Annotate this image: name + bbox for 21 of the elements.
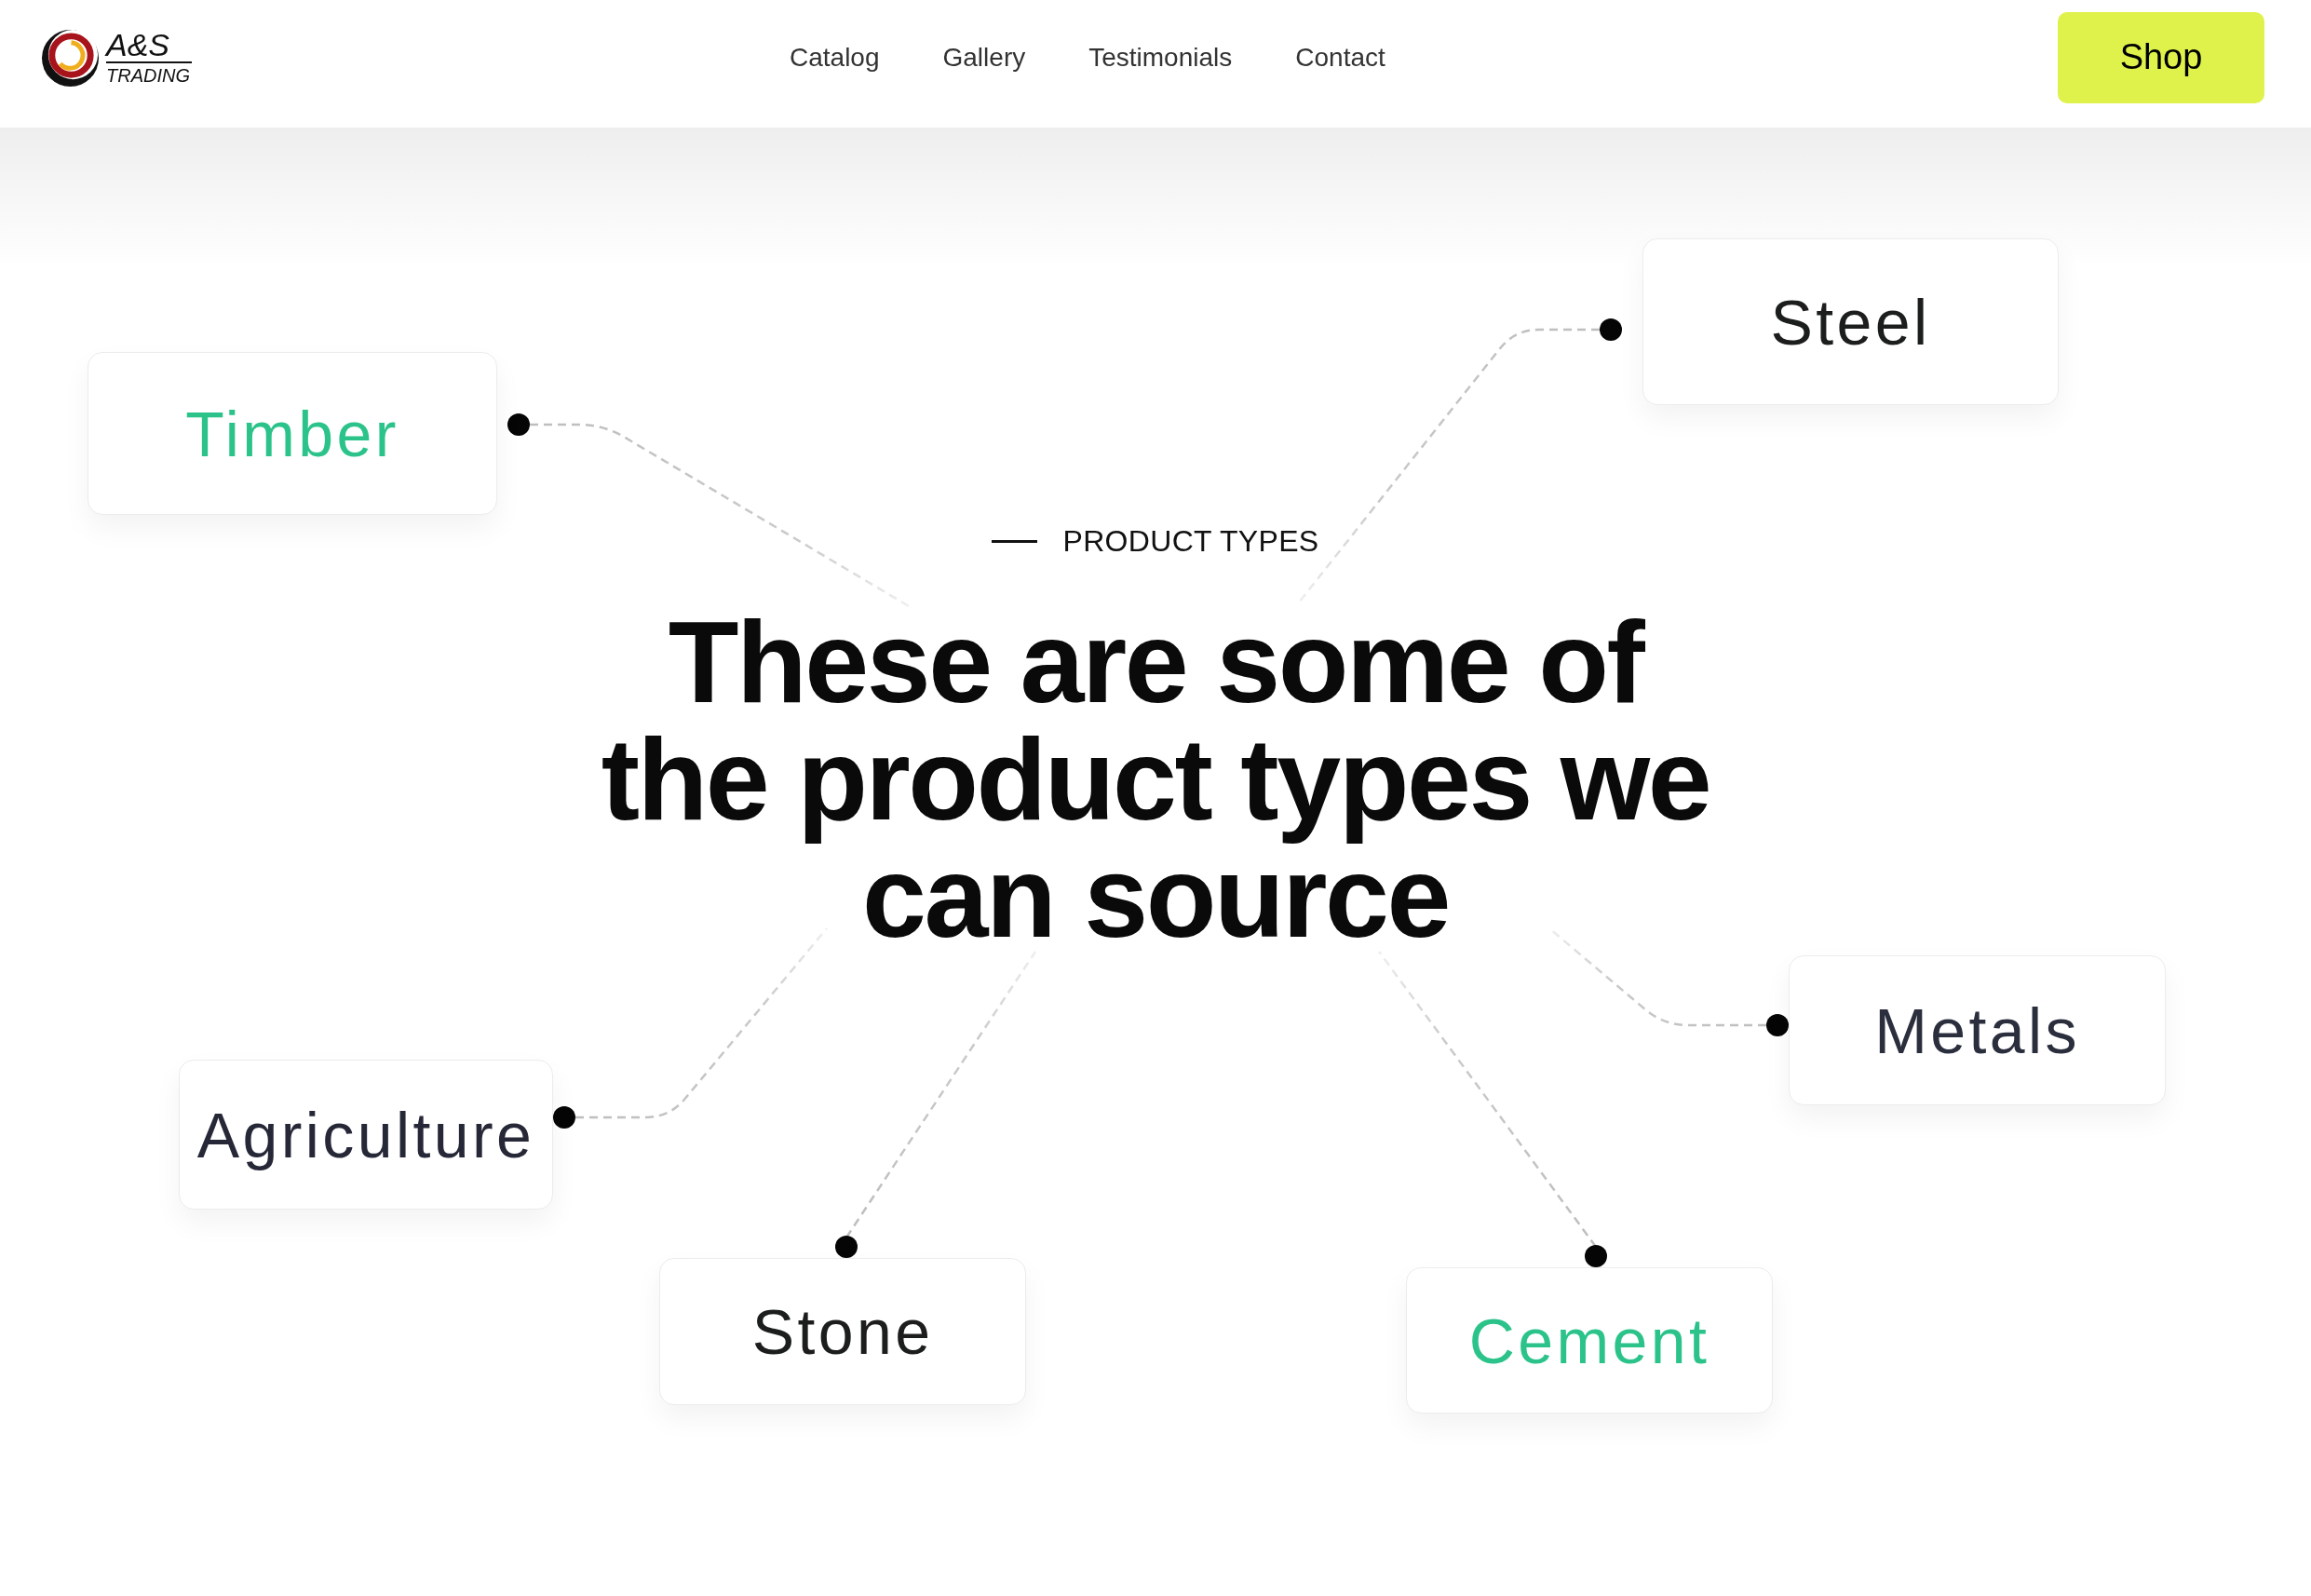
product-type-card[interactable]: Stone: [659, 1258, 1026, 1405]
nav-link[interactable]: Gallery: [942, 41, 1026, 74]
product-type-card[interactable]: Agriculture: [179, 1060, 553, 1210]
dot-icon: [835, 1236, 858, 1258]
nav-link[interactable]: Catalog: [790, 41, 880, 74]
section-heading: These are some of the product types we can source: [601, 603, 1710, 955]
nav-link[interactable]: Testimonials: [1088, 41, 1233, 74]
dot-icon: [507, 413, 530, 436]
product-type-card[interactable]: Metals: [1789, 955, 2166, 1105]
product-type-card[interactable]: Steel: [1642, 238, 2059, 405]
dot-icon: [1585, 1245, 1607, 1267]
nav-link[interactable]: Contact: [1295, 41, 1385, 74]
swirl-logo-icon: [41, 27, 100, 88]
dot-icon: [553, 1106, 575, 1129]
section-eyebrow: PRODUCT TYPES: [1062, 523, 1319, 559]
dot-icon: [1766, 1014, 1789, 1036]
dash-icon: [992, 539, 1038, 543]
logo-tagline: TRADING: [106, 65, 191, 85]
shop-button[interactable]: Shop: [2058, 11, 2264, 103]
dot-icon: [1600, 318, 1622, 341]
logo-name: A&S: [106, 30, 171, 59]
